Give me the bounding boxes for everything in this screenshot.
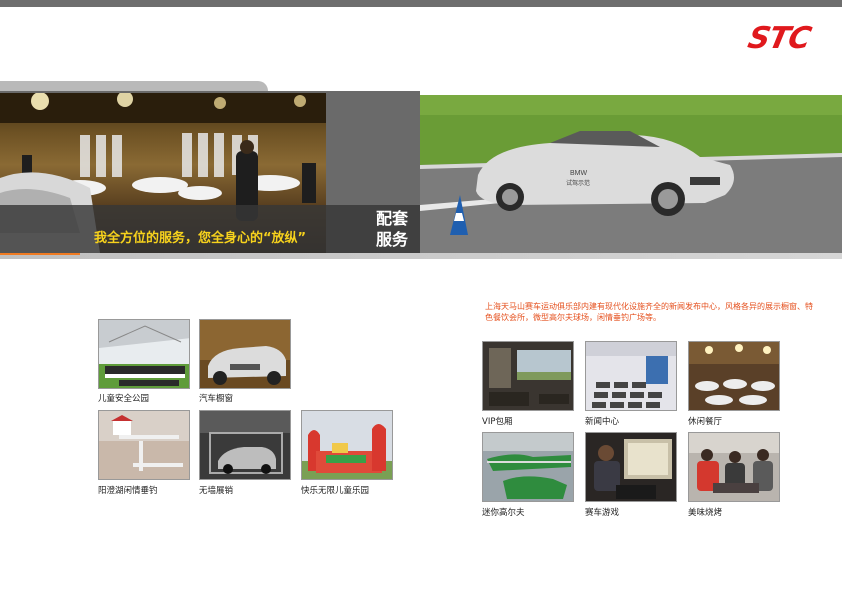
car-door-badge-sub: 试驾示范 (566, 179, 590, 187)
logo-text: STC (744, 21, 814, 56)
thumb-wall-less-showroom (199, 410, 291, 480)
label-leisure-restaurant: 休闲餐厅 (688, 417, 723, 427)
thumb-mini-golf (482, 432, 574, 502)
label-car-showcase: 汽车橱窗 (199, 394, 234, 404)
bmw-convertible-photo: BMW 试驾示范 (420, 95, 842, 253)
label-kids-safety-park: 儿童安全公园 (98, 394, 150, 404)
banner-caption: 我全方位的服务，您全身心的“放纵” (94, 231, 307, 246)
label-vip-box: VIP包厢 (482, 417, 513, 427)
label-mini-golf: 迷你高尔夫 (482, 508, 525, 518)
thumb-leisure-restaurant (688, 341, 780, 411)
label-press-center: 新闻中心 (585, 417, 620, 427)
thumb-car-showcase (199, 319, 291, 389)
section-title-line2: 服务 (376, 230, 409, 249)
thumb-bbq (688, 432, 780, 502)
thumb-kids-playground (301, 410, 393, 480)
car-door-badge: BMW (570, 170, 588, 177)
thumb-lake-fishing (98, 410, 190, 480)
section-title-line1: 配套 (376, 209, 409, 228)
label-racing-game: 赛车游戏 (585, 508, 620, 518)
facilities-description: 上海天马山赛车运动俱乐部内建有现代化设施齐全的新闻发布中心，风格各异的展示橱窗、… (485, 302, 813, 322)
label-bbq: 美味烧烤 (688, 508, 723, 518)
label-wall-less-showroom: 无墙展销 (199, 486, 234, 496)
section-title: 配套 服务 (376, 208, 416, 250)
top-bar (0, 0, 842, 7)
banner-bottom-strip (0, 253, 842, 259)
thumb-racing-game (585, 432, 677, 502)
thumb-kids-safety-park (98, 319, 190, 389)
stc-logo: STC (738, 21, 820, 56)
thumb-vip-box (482, 341, 574, 411)
label-lake-fishing: 阳澄湖闲情垂钓 (98, 486, 158, 496)
label-kids-playground: 快乐无限儿童乐园 (301, 486, 370, 496)
accent-line (0, 253, 80, 255)
thumb-press-center (585, 341, 677, 411)
